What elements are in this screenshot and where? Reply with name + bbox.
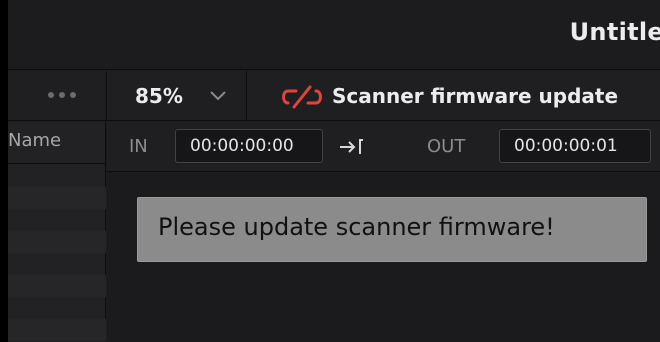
chevron-down-icon[interactable] [209, 88, 227, 102]
list-item [8, 253, 106, 275]
toolbar-divider [106, 71, 107, 121]
list-item [8, 319, 106, 341]
viewer-area: IN 00:00:00:00 OUT 00:00:00:01 Please up… [107, 122, 660, 342]
firmware-banner-text: Scanner firmware update [332, 84, 619, 108]
list-item [8, 165, 106, 187]
update-firmware-alert[interactable]: Please update scanner firmware! [137, 197, 647, 262]
list-item [8, 275, 106, 297]
zoom-level[interactable]: 85% [135, 84, 183, 108]
more-options-icon[interactable] [48, 92, 76, 98]
name-column-header[interactable]: Name [8, 122, 106, 164]
title-bar: Untitle [8, 0, 660, 70]
media-list-panel: Name [8, 122, 106, 342]
out-label: OUT [427, 136, 466, 157]
list-item [8, 209, 106, 231]
app-window: Untitle 85% Scanner firmware update Name [8, 0, 660, 342]
broken-link-icon [282, 85, 322, 109]
list-item [8, 297, 106, 319]
media-list [8, 165, 106, 341]
arrow-to-bracket-icon [340, 139, 363, 154]
window-title: Untitle [569, 18, 660, 46]
list-item [8, 231, 106, 253]
toolbar-divider [246, 71, 247, 121]
in-out-bar: IN 00:00:00:00 OUT 00:00:00:01 [107, 122, 660, 172]
in-label: IN [129, 136, 148, 157]
out-timecode-field[interactable]: 00:00:00:01 [499, 129, 651, 163]
in-timecode-field[interactable]: 00:00:00:00 [175, 129, 323, 163]
viewer-toolbar: 85% Scanner firmware update [8, 71, 660, 121]
list-item [8, 187, 106, 209]
